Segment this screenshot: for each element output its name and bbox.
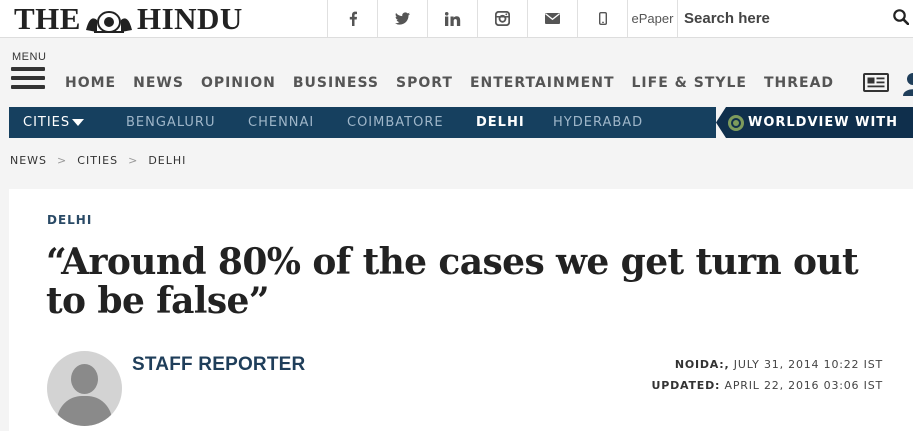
- breadcrumb: NEWS > CITIES > DELHI: [10, 154, 186, 167]
- epaper-link[interactable]: ePaper: [627, 0, 678, 37]
- logo-word-left: THE: [14, 1, 81, 36]
- logo-word-right: HINDU: [136, 1, 243, 36]
- linkedin-icon: [444, 11, 460, 26]
- facebook-link[interactable]: [327, 0, 377, 37]
- article-card: DELHI “Around 80% of the cases we get tu…: [9, 189, 913, 431]
- mobile-app-link[interactable]: [577, 0, 627, 37]
- top-bar: THE HINDU ePaper: [0, 0, 913, 38]
- breadcrumb-item-cities[interactable]: CITIES: [77, 154, 118, 167]
- worldview-icon: [728, 115, 744, 131]
- article-headline: “Around 80% of the cases we get turn out…: [46, 241, 859, 322]
- city-link-coimbatore[interactable]: COIMBATORE: [347, 107, 444, 138]
- facebook-icon: [349, 11, 357, 26]
- city-link-hyderabad[interactable]: HYDERABAD: [553, 107, 643, 138]
- nav-item-life-style[interactable]: LIFE & STYLE: [632, 75, 747, 91]
- site-logo[interactable]: THE HINDU: [14, 2, 243, 36]
- nav-item-entertainment[interactable]: ENTERTAINMENT: [470, 75, 615, 91]
- nav-item-thread[interactable]: THREAD: [764, 75, 834, 91]
- author-avatar: [47, 351, 122, 426]
- search-input[interactable]: [684, 6, 884, 30]
- menu-label: MENU: [12, 51, 47, 63]
- cities-toggle-label: CITIES: [23, 115, 71, 130]
- logo-emblem-icon: [84, 6, 134, 33]
- city-link-bengaluru[interactable]: BENGALURU: [126, 107, 215, 138]
- updated-label: UPDATED:: [651, 379, 721, 392]
- hamburger-menu-icon[interactable]: [11, 67, 45, 91]
- breadcrumb-separator: >: [128, 154, 139, 167]
- newspaper-icon[interactable]: [863, 73, 890, 98]
- mobile-icon: [598, 12, 607, 25]
- caret-down-icon: [72, 119, 85, 126]
- breadcrumb-item-delhi[interactable]: DELHI: [148, 154, 186, 167]
- cities-dropdown-toggle[interactable]: CITIES: [23, 107, 85, 138]
- mail-icon: [545, 13, 560, 24]
- twitter-icon: [395, 12, 410, 25]
- cities-bar: CITIES BENGALURU CHENNAI COIMBATORE DELH…: [9, 107, 716, 138]
- search-icon[interactable]: [893, 9, 910, 30]
- article-updated: UPDATED: APRIL 22, 2016 03:06 IST: [651, 379, 883, 392]
- main-nav: HOME NEWS OPINION BUSINESS SPORT ENTERTA…: [65, 75, 851, 91]
- dateline-label: NOIDA:,: [674, 358, 730, 371]
- user-account-icon[interactable]: [903, 72, 913, 101]
- article-dateline: NOIDA:, JULY 31, 2014 10:22 IST: [675, 358, 883, 371]
- updated-value: APRIL 22, 2016 03:06 IST: [724, 379, 883, 392]
- article-section-kicker[interactable]: DELHI: [47, 213, 92, 227]
- city-link-delhi[interactable]: DELHI: [476, 107, 525, 138]
- linkedin-link[interactable]: [427, 0, 477, 37]
- breadcrumb-item-news[interactable]: NEWS: [10, 154, 47, 167]
- city-link-chennai[interactable]: CHENNAI: [248, 107, 314, 138]
- nav-item-home[interactable]: HOME: [65, 75, 116, 91]
- author-name[interactable]: STAFF REPORTER: [132, 354, 305, 376]
- instagram-icon: [495, 11, 510, 26]
- worldview-link[interactable]: WORLDVIEW WITH: [716, 107, 913, 138]
- breadcrumb-separator: >: [57, 154, 68, 167]
- worldview-label: WORLDVIEW WITH: [748, 115, 899, 130]
- nav-item-opinion[interactable]: OPINION: [201, 75, 276, 91]
- twitter-link[interactable]: [377, 0, 427, 37]
- nav-item-sport[interactable]: SPORT: [396, 75, 453, 91]
- nav-item-news[interactable]: NEWS: [133, 75, 184, 91]
- instagram-link[interactable]: [477, 0, 527, 37]
- nav-item-business[interactable]: BUSINESS: [293, 75, 379, 91]
- dateline-value: JULY 31, 2014 10:22 IST: [733, 358, 883, 371]
- mail-link[interactable]: [527, 0, 577, 37]
